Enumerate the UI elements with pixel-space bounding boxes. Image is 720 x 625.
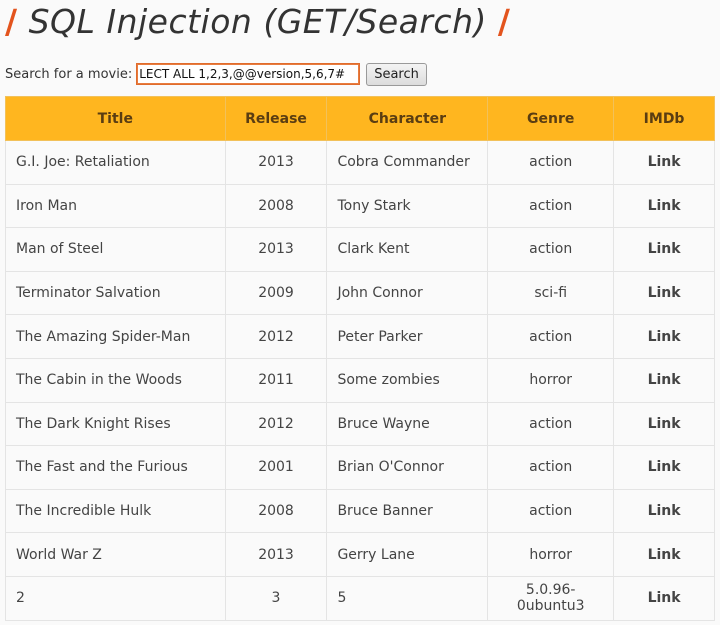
cell-title: The Amazing Spider-Man [5,314,226,359]
cell-imdb: Link [613,575,715,621]
imdb-link[interactable]: Link [648,503,681,519]
table-row: Iron Man 2008 Tony Stark action Link [5,183,715,229]
cell-character: Tony Stark [326,183,489,229]
imdb-link[interactable]: Link [648,285,681,301]
cell-character: Peter Parker [326,314,489,359]
movies-table: Title Release Character Genre IMDb G.I. … [5,96,715,621]
table-row: The Amazing Spider-Man 2012 Peter Parker ac… [5,314,715,359]
cell-imdb: Link [613,401,715,447]
table-row: The Fast and the Furious 2001 Brian O'Conn… [5,445,715,490]
cell-imdb: Link [613,532,715,577]
cell-imdb: Link [613,357,715,403]
table-header-row: Title Release Character Genre IMDb [5,96,715,141]
table-row: Terminator Salvation 2009 John Connor sci-f… [5,270,715,316]
title-slash-right: / [497,2,511,41]
cell-release: 3 [224,575,328,621]
page: / SQL Injection (GET/Search) / Search fo… [0,0,720,625]
cell-release: 2012 [224,314,328,359]
cell-character: Cobra Commander [326,140,489,185]
cell-genre: action [487,183,615,229]
column-header-character: Character [326,96,489,141]
cell-release: 2009 [224,270,328,316]
cell-release: 2013 [224,532,328,577]
table-row: The Dark Knight Rises 2012 Bruce Wayne acti… [5,401,715,447]
cell-title: The Incredible Hulk [5,488,226,534]
page-title-text: SQL Injection (GET/Search) [28,2,487,41]
table-row: The Cabin in the Woods 2011 Some zombies ho… [5,357,715,403]
column-header-title: Title [5,96,226,141]
imdb-link[interactable]: Link [648,547,681,563]
cell-imdb: Link [613,445,715,490]
search-label: Search for a movie: [5,66,133,82]
table-row: G.I. Joe: Retaliation 2013 Cobra Commander… [5,140,715,185]
cell-release: 2012 [224,401,328,447]
cell-genre: action [487,488,615,534]
cell-release: 2008 [224,183,328,229]
cell-imdb: Link [613,183,715,229]
table-row: Man of Steel 2013 Clark Kent action Link [5,227,715,272]
cell-character: Bruce Banner [326,488,489,534]
cell-character: Bruce Wayne [326,401,489,447]
cell-genre: horror [487,357,615,403]
cell-imdb: Link [613,227,715,272]
imdb-link[interactable]: Link [648,198,681,214]
cell-imdb: Link [613,270,715,316]
search-input[interactable] [136,63,361,85]
imdb-link[interactable]: Link [648,241,681,257]
cell-character: Clark Kent [326,227,489,272]
cell-title: G.I. Joe: Retaliation [5,140,226,185]
cell-character: 5 [326,575,489,621]
cell-title: World War Z [5,532,226,577]
imdb-link[interactable]: Link [648,154,681,170]
table-row: 2 3 5 5.0.96-0ubuntu3 Link [5,575,715,621]
cell-title: Iron Man [5,183,226,229]
cell-genre: 5.0.96-0ubuntu3 [487,575,615,621]
title-slash-left: / [5,2,18,41]
cell-character: John Connor [326,270,489,316]
cell-genre: horror [487,532,615,577]
cell-release: 2011 [224,357,328,403]
cell-title: The Dark Knight Rises [5,401,226,447]
cell-title: Terminator Salvation [5,270,226,316]
imdb-link[interactable]: Link [648,329,681,345]
cell-release: 2001 [224,445,328,490]
column-header-release: Release [224,96,328,141]
cell-genre: action [487,445,615,490]
imdb-link[interactable]: Link [648,590,681,606]
cell-release: 2013 [224,140,328,185]
cell-imdb: Link [613,488,715,534]
cell-release: 2013 [224,227,328,272]
imdb-link[interactable]: Link [648,459,681,475]
search-form: Search for a movie: Search [5,62,720,86]
column-header-genre: Genre [487,96,615,141]
cell-title: The Cabin in the Woods [5,357,226,403]
search-button[interactable]: Search [366,62,427,86]
cell-title: The Fast and the Furious [5,445,226,490]
column-header-imdb: IMDb [613,96,715,141]
cell-title: Man of Steel [5,227,226,272]
table-body: G.I. Joe: Retaliation 2013 Cobra Commander… [5,140,715,621]
cell-title: 2 [5,575,226,621]
table-row: The Incredible Hulk 2008 Bruce Banner actio… [5,488,715,534]
cell-character: Gerry Lane [326,532,489,577]
cell-genre: action [487,314,615,359]
table-row: World War Z 2013 Gerry Lane horror Link [5,532,715,577]
cell-release: 2008 [224,488,328,534]
cell-character: Brian O'Connor [326,445,489,490]
page-title: / SQL Injection (GET/Search) / [5,0,720,52]
cell-genre: action [487,227,615,272]
cell-character: Some zombies [326,357,489,403]
cell-genre: action [487,140,615,185]
cell-imdb: Link [613,140,715,185]
cell-imdb: Link [613,314,715,359]
imdb-link[interactable]: Link [648,416,681,432]
cell-genre: action [487,401,615,447]
imdb-link[interactable]: Link [648,372,681,388]
cell-genre: sci-fi [487,270,615,316]
